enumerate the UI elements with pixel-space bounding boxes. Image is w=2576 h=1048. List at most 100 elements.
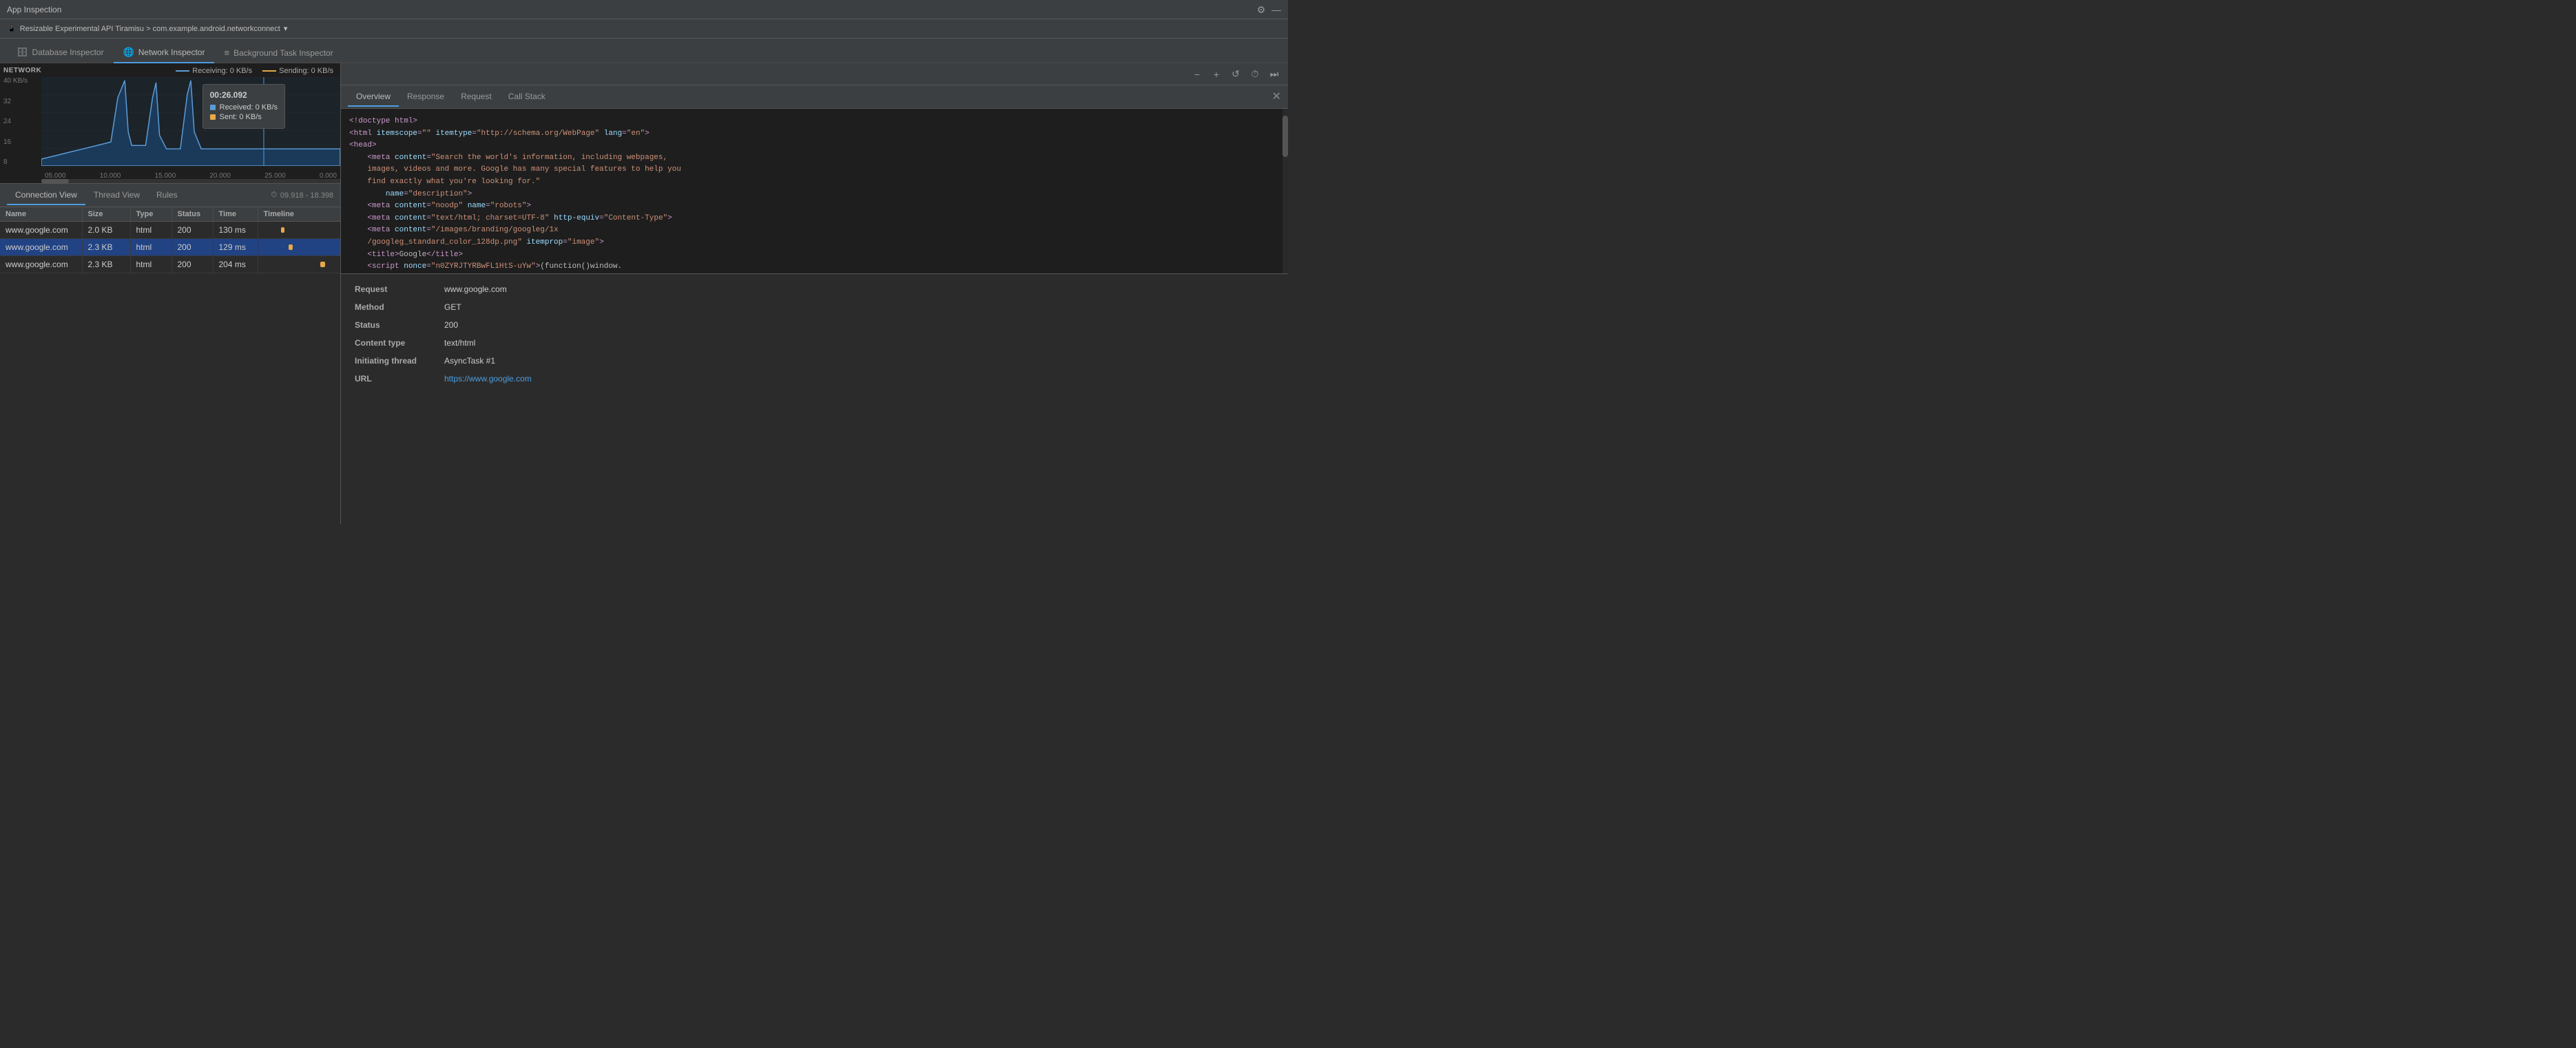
y-label-1: 32 [3,98,38,105]
tab-database[interactable]: 🗄 Database Inspector [7,43,114,63]
row2-size: 2.3 KB [83,239,131,255]
request-label: Request [355,284,444,294]
row2-name: www.google.com [0,239,83,255]
row1-time: 130 ms [214,222,258,238]
row3-timeline-bar [320,262,325,267]
left-panel: NETWORK Receiving: 0 KB/s Sending: 0 KB/… [0,63,341,524]
skip-end-icon[interactable]: ⏭ [1267,67,1281,81]
initiating-thread-value: AsyncTask #1 [444,356,495,366]
row3-time: 204 ms [214,256,258,273]
device-icon: 📱 [7,24,17,33]
database-tab-icon: 🗄 [17,47,28,58]
status-label: Status [355,320,444,330]
code-line-10: <meta content="/images/branding/googleg/… [349,224,1280,237]
tab-bar: 🗄 Database Inspector 🌐 Network Inspector… [0,39,1288,63]
close-detail-button[interactable]: ✕ [1272,92,1281,103]
scrollbar-thumb[interactable] [41,179,69,183]
tab-overview[interactable]: Overview [348,87,399,107]
table-row[interactable]: www.google.com 2.3 KB html 200 129 ms [0,239,340,256]
sending-line [262,70,276,72]
tab-callstack[interactable]: Call Stack [500,87,554,107]
table-header: Name Size Type Status Time Timeline [0,207,340,222]
receiving-line [176,70,189,72]
method-value: GET [444,302,461,312]
tab-response[interactable]: Response [399,87,453,107]
chart-scrollbar[interactable] [41,179,340,183]
initiating-thread-label: Initiating thread [355,356,444,366]
connection-view-label: Connection View [15,190,77,200]
y-label-4: 8 [3,158,38,166]
tooltip-sent-row: Sent: 0 KB/s [210,113,278,121]
y-label-3: 16 [3,138,38,146]
tooltip-sent: Sent: 0 KB/s [220,113,262,121]
background-tab-label: Background Task Inspector [233,48,333,58]
app-title: App Inspection [7,5,61,14]
code-line-7: name="description"> [349,189,1280,201]
col-status: Status [172,207,214,221]
toolbar-icons: − + ↺ ⏱ ⏭ [1190,67,1281,81]
tab-request[interactable]: Request [453,87,500,107]
code-line-11: /googleg_standard_color_128dp.png" itemp… [349,237,1280,249]
chart-legend: Receiving: 0 KB/s Sending: 0 KB/s [176,67,333,75]
title-bar: App Inspection ⚙ — [0,0,1288,19]
reset-icon[interactable]: ↺ [1229,67,1243,81]
code-line-13: <script nonce="n0ZYRJTYRBwFL1HtS-uYw">(f… [349,261,1280,273]
legend-sending: Sending: 0 KB/s [262,67,333,75]
col-timeline: Timeline [258,207,341,221]
connection-tabs-bar: Connection View Thread View Rules ⏱ 09.9… [0,184,340,207]
minimize-button[interactable]: — [1271,5,1281,14]
tab-thread-view[interactable]: Thread View [85,186,148,205]
row3-status: 200 [172,256,214,273]
sending-label: Sending: 0 KB/s [279,67,333,75]
code-preview-area[interactable]: <!doctype html> <html itemscope="" itemt… [341,109,1288,274]
code-line-5: images, videos and more. Google has many… [349,164,1280,176]
tab-background[interactable]: ≡ Background Task Inspector [214,43,342,63]
request-tab-label: Request [461,92,492,101]
status-value: 200 [444,320,458,330]
device-bar: 📱 Resizable Experimental API Tiramisu > … [0,19,1288,39]
chart-tooltip: 00:26.092 Received: 0 KB/s Sent: 0 KB/s [202,84,285,129]
url-value[interactable]: https://www.google.com [444,374,532,384]
request-table: Name Size Type Status Time Timeline www.… [0,207,340,524]
row2-status: 200 [172,239,214,255]
zoom-in-icon[interactable]: + [1209,67,1223,81]
network-tab-icon: 🌐 [123,47,134,58]
tab-rules[interactable]: Rules [148,186,186,205]
thread-view-label: Thread View [94,190,140,200]
recv-dot [210,105,216,110]
table-row[interactable]: www.google.com 2.0 KB html 200 130 ms [0,222,340,239]
tab-connection-view[interactable]: Connection View [7,186,85,205]
receiving-label: Receiving: 0 KB/s [192,67,252,75]
y-label-2: 24 [3,118,38,125]
col-type: Type [131,207,172,221]
timer-icon[interactable]: ⏱ [1248,67,1262,81]
time-range-value: 09.918 - 18.398 [280,191,333,200]
table-row[interactable]: www.google.com 2.3 KB html 200 204 ms [0,256,340,273]
method-label: Method [355,302,444,312]
col-name: Name [0,207,83,221]
callstack-tab-label: Call Stack [508,92,546,101]
main-area: NETWORK Receiving: 0 KB/s Sending: 0 KB/… [0,63,1288,524]
overview-status-row: Status 200 [355,320,1274,330]
time-range: ⏱ 09.918 - 18.398 [271,191,333,200]
settings-button[interactable]: ⚙ [1256,5,1266,14]
col-size: Size [83,207,131,221]
row2-type: html [131,239,172,255]
tab-network[interactable]: 🌐 Network Inspector [114,43,215,63]
tooltip-time: 00:26.092 [210,90,278,100]
device-selector[interactable]: 📱 Resizable Experimental API Tiramisu > … [7,24,287,33]
col-time: Time [214,207,258,221]
row1-timeline [258,222,341,238]
network-svg [41,77,340,166]
code-scroll-thumb[interactable] [1282,116,1288,157]
sent-dot [210,114,216,120]
zoom-out-icon[interactable]: − [1190,67,1204,81]
tooltip-received: Received: 0 KB/s [220,103,278,112]
overview-thread-row: Initiating thread AsyncTask #1 [355,356,1274,366]
code-scrollbar[interactable] [1282,109,1288,273]
overview-content-type-row: Content type text/html [355,338,1274,348]
url-label: URL [355,374,444,384]
background-tab-icon: ≡ [224,48,229,58]
code-line-12: <title>Google</title> [349,249,1280,262]
database-tab-label: Database Inspector [32,48,104,57]
